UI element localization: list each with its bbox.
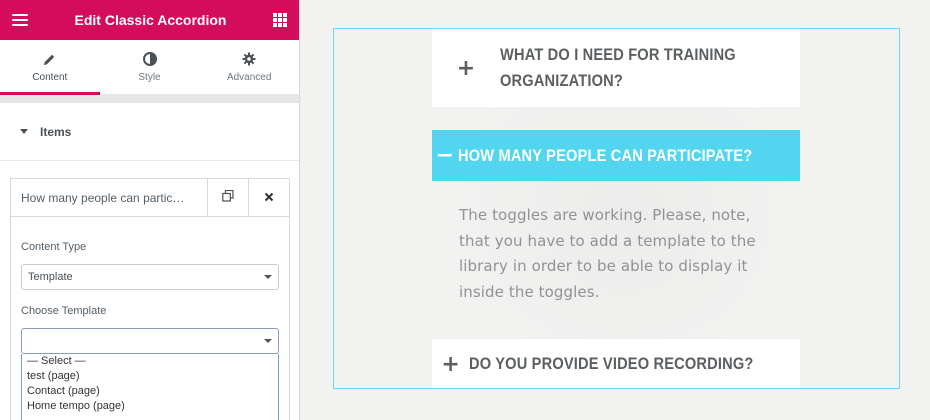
hamburger-menu-icon[interactable] [12,14,28,26]
panel-title: Edit Classic Accordion [74,12,227,28]
divider [0,95,299,103]
items-section-toggle[interactable]: Items [0,103,299,161]
choose-template-select[interactable] [21,328,279,354]
items-section-title: Items [40,124,72,139]
accordion-item[interactable]: + Do you provide video recording? [432,339,800,388]
accordion-widget[interactable]: + What do I need for training organizati… [333,28,900,389]
accordion-item-title: How many people can participate? [457,145,753,165]
content-type-label: Content Type [21,241,87,253]
accordion-item-title: Do you provide video recording? [469,354,754,373]
dropdown-option[interactable]: test (page) [27,369,278,384]
close-icon [264,189,274,207]
dropdown-option[interactable]: Contact (page) [27,384,278,399]
accordion-item[interactable]: + What do I need for training organizati… [432,29,800,107]
content-type-select[interactable]: Template [21,264,279,290]
widgets-grid-icon[interactable] [273,13,287,27]
contrast-icon [142,51,157,67]
dropdown-option[interactable]: Home tempo (page) [27,399,278,414]
editor-panel: Edit Classic Accordion Content Style Adv… [0,0,300,420]
choose-template-label: Choose Template [21,305,107,317]
content-type-value: Template [28,271,73,283]
repeater-item-header[interactable]: How many people can partic… [11,179,289,217]
answer-line: library in order to be able to display i… [459,257,748,275]
duplicate-item-button[interactable] [207,179,248,216]
tab-style[interactable]: Style [100,40,200,94]
answer-line: inside the toggles. [459,282,600,301]
minus-icon: − [435,143,455,168]
accordion-title-line: organization? [500,71,623,90]
accordion-title-line: What do I need for training [500,45,736,64]
template-dropdown-list: — Select — test (page) Contact (page) Ho… [21,354,279,420]
plus-icon: + [441,351,460,377]
remove-item-button[interactable] [248,179,289,216]
preview-canvas: + What do I need for training organizati… [301,0,930,420]
dropdown-option[interactable]: — Select — [27,354,278,369]
accordion-answer-text: The toggles are working. Please, note, t… [459,203,779,305]
duplicate-icon [222,189,234,207]
repeater-item-title[interactable]: How many people can partic… [11,179,207,216]
answer-line: that you have to add a template to the [459,231,756,250]
caret-down-icon [20,129,28,134]
gear-icon [242,51,256,67]
tab-advanced-label: Advanced [226,72,272,83]
tab-advanced[interactable]: Advanced [199,40,299,94]
tab-content[interactable]: Content [0,40,100,95]
accordion-item-active[interactable]: − How many people can participate? [432,130,800,181]
chevron-down-icon [264,275,272,279]
answer-line: The toggles are working. Please, note, [459,206,751,224]
tab-style-label: Style [138,72,161,83]
panel-tabs: Content Style Advanced [0,40,299,95]
panel-header: Edit Classic Accordion [0,0,299,40]
chevron-down-icon [264,339,272,343]
accordion-item-title: What do I need for training organization… [500,42,758,94]
pencil-icon [43,51,56,67]
tab-content-label: Content [32,72,68,83]
plus-icon: + [456,55,476,81]
